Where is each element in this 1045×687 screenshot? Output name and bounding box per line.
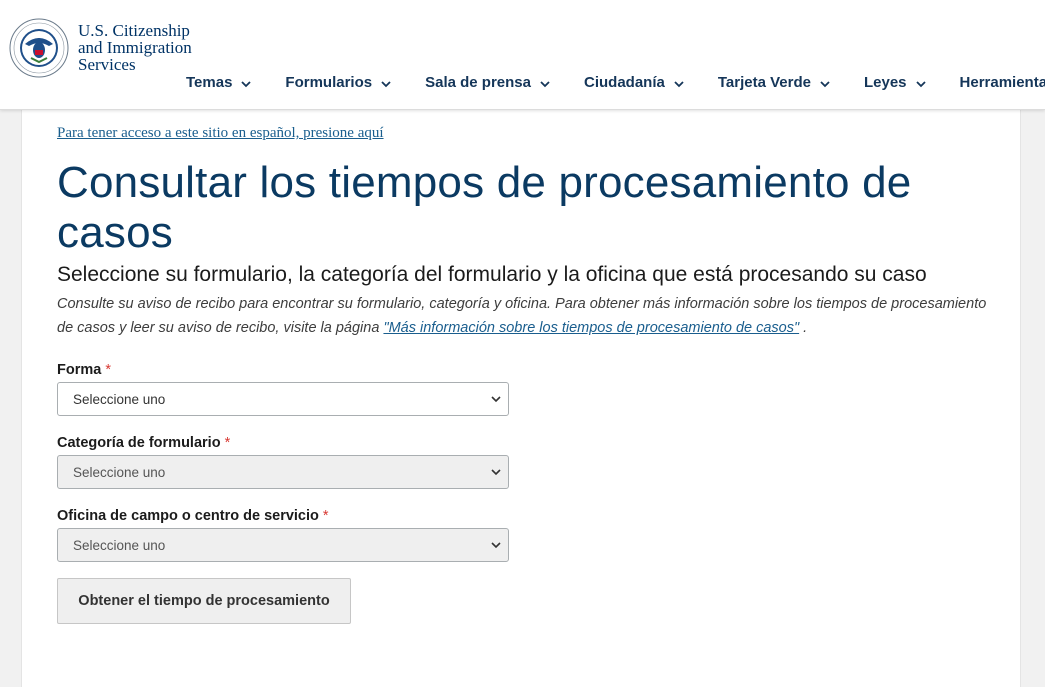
chevron-down-icon (491, 396, 501, 403)
nav-item-tarjeta-verde[interactable]: Tarjeta Verde (718, 74, 831, 91)
label-text: Categoría de formulario (57, 435, 221, 451)
form-field: Forma * Seleccione uno (57, 362, 992, 416)
label-text: Forma (57, 362, 102, 378)
select-value: Seleccione uno (73, 464, 166, 480)
content-column: Para tener acceso a este sitio en españo… (57, 124, 992, 624)
nav-item-ciudadania[interactable]: Ciudadanía (584, 74, 685, 91)
chevron-down-icon (540, 80, 550, 87)
page-subtitle: Seleccione su formulario, la categoría d… (57, 263, 927, 286)
more-info-link[interactable]: "Más información sobre los tiempos de pr… (383, 320, 799, 336)
required-asterisk: * (322, 508, 329, 524)
chevron-down-icon (915, 80, 926, 87)
nav-item-temas[interactable]: Temas (186, 74, 252, 91)
select-value: Seleccione uno (73, 391, 166, 407)
chevron-down-icon (674, 80, 684, 87)
chevron-down-icon (491, 469, 501, 476)
nav-item-sala-de-prensa[interactable]: Sala de prensa (425, 74, 551, 91)
uscis-logo[interactable]: U.S. Citizenship and Immigration Service… (9, 18, 192, 78)
chevron-down-icon (381, 80, 391, 87)
site-header: U.S. Citizenship and Immigration Service… (0, 0, 1045, 110)
chevron-down-icon (241, 80, 252, 87)
nav-label: Formularios (285, 74, 373, 91)
form-select[interactable]: Seleccione uno (57, 382, 509, 416)
agency-line-1: U.S. Citizenship (78, 21, 190, 40)
label-text: Oficina de campo o centro de servicio (57, 508, 319, 524)
nav-item-formularios[interactable]: Formularios (285, 74, 392, 91)
form-field: Oficina de campo o centro de servicio * … (57, 508, 992, 562)
nav-label: Tarjeta Verde (717, 74, 811, 91)
nav-label: Temas (186, 74, 233, 91)
help-text-suffix: . (799, 320, 808, 336)
select-value: Seleccione uno (73, 537, 166, 553)
main-content: Para tener acceso a este sitio en españo… (21, 110, 1021, 687)
nav-label: Ciudadanía (584, 74, 665, 91)
nav-item-leyes[interactable]: Leyes (864, 74, 927, 91)
nav-label: Leyes (863, 74, 907, 91)
form-field-label: Oficina de campo o centro de servicio * (57, 508, 992, 524)
agency-name: U.S. Citizenship and Immigration Service… (78, 22, 192, 73)
main-nav: Temas Formularios Sala de prensa Ciudada… (186, 74, 1045, 91)
required-asterisk: * (105, 362, 112, 378)
agency-line-3: Services (78, 55, 136, 74)
nav-item-herramientas[interactable]: Herramientas (960, 74, 1045, 91)
form-field-label: Categoría de formulario * (57, 435, 992, 451)
form-field: Categoría de formulario * Seleccione uno (57, 435, 992, 489)
get-processing-time-button[interactable]: Obtener el tiempo de procesamiento (57, 578, 351, 624)
nav-label: Sala de prensa (425, 74, 531, 91)
chevron-down-icon (820, 80, 830, 87)
dhs-seal-icon (9, 18, 69, 78)
required-asterisk: * (224, 435, 231, 451)
help-text: Consulte su aviso de recibo para encontr… (57, 292, 992, 340)
category-select[interactable]: Seleccione uno (57, 455, 509, 489)
page-title: Consultar los tiempos de procesamiento d… (57, 158, 912, 257)
spanish-site-link[interactable]: Para tener acceso a este sitio en españo… (57, 125, 384, 142)
chevron-down-icon (491, 542, 501, 549)
agency-line-2: and Immigration (78, 38, 192, 57)
office-select[interactable]: Seleccione uno (57, 528, 509, 562)
form-field-label: Forma * (57, 362, 992, 378)
nav-label: Herramientas (959, 74, 1045, 91)
